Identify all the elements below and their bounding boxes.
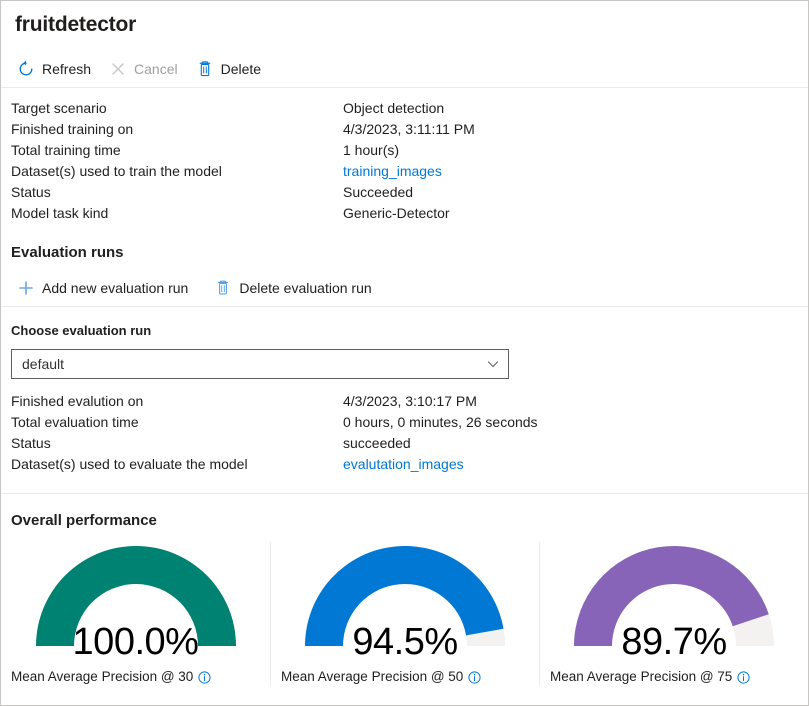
gauge-card-map75: 89.7% Mean Average Precision @ 75 — [539, 542, 808, 686]
evaluation-dataset-link[interactable]: evalutation_images — [343, 454, 464, 475]
delete-icon — [214, 279, 232, 297]
gauge-caption-text: Mean Average Precision @ 75 — [550, 669, 733, 684]
property-key: Finished training on — [11, 121, 134, 137]
cancel-icon — [109, 60, 127, 78]
gauge-chart-map30: 100.0% — [1, 542, 270, 662]
refresh-icon — [17, 60, 35, 78]
refresh-button[interactable]: Refresh — [13, 56, 99, 82]
delete-evaluation-run-button[interactable]: Delete evaluation run — [210, 275, 379, 301]
property-value: Object detection — [343, 100, 445, 116]
evaluation-runs-heading: Evaluation runs — [11, 244, 124, 261]
info-icon[interactable] — [468, 670, 481, 684]
evaluation-properties-list: Finished evalution on 4/3/2023, 3:10:17 … — [1, 379, 808, 479]
property-row-finished-evaluation-on: Finished evalution on 4/3/2023, 3:10:17 … — [1, 391, 808, 412]
property-row-total-training-time: Total training time 1 hour(s) — [1, 140, 808, 161]
chevron-down-icon — [486, 357, 500, 371]
cancel-button: Cancel — [105, 56, 186, 82]
delete-icon — [196, 60, 214, 78]
property-value: Generic-Detector — [343, 205, 450, 221]
overall-performance-heading: Overall performance — [11, 512, 157, 529]
property-row-total-evaluation-time: Total evaluation time 0 hours, 0 minutes… — [1, 412, 808, 433]
delete-button-label: Delete — [220, 61, 262, 77]
property-key: Status — [11, 184, 51, 200]
property-key: Total training time — [11, 142, 121, 158]
property-value: Succeeded — [343, 184, 414, 200]
model-properties-list: Target scenario Object detection Finishe… — [1, 88, 808, 228]
gauge-card-map30: 100.0% Mean Average Precision @ 30 — [1, 542, 270, 686]
property-key: Total evaluation time — [11, 414, 139, 430]
gauge-fill — [35, 546, 236, 646]
refresh-button-label: Refresh — [42, 61, 92, 77]
delete-button[interactable]: Delete — [192, 56, 269, 82]
title-bar: fruitdetector — [1, 1, 808, 39]
gauge-row: 100.0% Mean Average Precision @ 30 94.5%… — [1, 542, 808, 686]
add-new-evaluation-run-button[interactable]: Add new evaluation run — [13, 275, 196, 301]
gauge-arc-map30 — [35, 546, 236, 646]
gauge-caption-text: Mean Average Precision @ 50 — [281, 669, 464, 684]
choose-evaluation-run-label: Choose evaluation run — [11, 323, 152, 338]
gauge-chart-map75: 89.7% — [540, 542, 808, 662]
property-value: 0 hours, 0 minutes, 26 seconds — [343, 414, 538, 430]
property-row-evaluation-datasets: Dataset(s) used to evaluate the model ev… — [1, 454, 808, 475]
gauge-arc-map75 — [574, 545, 774, 646]
property-key: Dataset(s) used to train the model — [11, 163, 222, 179]
property-key: Target scenario — [11, 100, 107, 116]
property-key: Dataset(s) used to evaluate the model — [11, 456, 248, 472]
property-key: Finished evalution on — [11, 393, 144, 409]
property-value: 4/3/2023, 3:11:11 PM — [343, 121, 475, 137]
property-value: 1 hour(s) — [343, 142, 400, 158]
info-icon[interactable] — [737, 670, 750, 684]
gauge-caption-map30: Mean Average Precision @ 30 — [1, 660, 270, 686]
cancel-button-label: Cancel — [134, 61, 178, 77]
gauge-chart-map50: 94.5% — [271, 542, 539, 662]
property-row-target-scenario: Target scenario Object detection — [1, 98, 808, 119]
evaluation-run-dropdown-value: default — [22, 356, 65, 372]
property-key: Model task kind — [11, 205, 109, 221]
property-value: succeeded — [343, 435, 411, 451]
gauge-fill — [305, 545, 504, 646]
gauge-caption-map50: Mean Average Precision @ 50 — [271, 660, 539, 686]
property-row-training-datasets: Dataset(s) used to train the model train… — [1, 161, 808, 182]
gauge-card-map50: 94.5% Mean Average Precision @ 50 — [270, 542, 539, 686]
property-row-status: Status Succeeded — [1, 182, 808, 203]
gauge-caption-text: Mean Average Precision @ 30 — [11, 669, 194, 684]
gauge-arc-map50 — [305, 545, 505, 646]
model-detail-page: fruitdetector Refresh Cancel Delete Targ… — [0, 0, 809, 706]
delete-evaluation-run-label: Delete evaluation run — [239, 280, 372, 296]
add-new-evaluation-run-label: Add new evaluation run — [42, 280, 189, 296]
evaluation-run-dropdown[interactable]: default — [11, 349, 509, 379]
command-bar: Refresh Cancel Delete — [1, 51, 808, 87]
plus-icon — [17, 279, 35, 297]
choose-evaluation-run-field: default — [1, 341, 808, 379]
page-title: fruitdetector — [15, 13, 137, 36]
gauge-caption-map75: Mean Average Precision @ 75 — [540, 660, 808, 686]
property-row-model-task-kind: Model task kind Generic-Detector — [1, 203, 808, 224]
training-dataset-link[interactable]: training_images — [343, 161, 442, 182]
info-icon[interactable] — [198, 670, 211, 684]
property-value: 4/3/2023, 3:10:17 PM — [343, 393, 477, 409]
property-row-evaluation-status: Status succeeded — [1, 433, 808, 454]
evaluation-runs-command-bar: Add new evaluation run Delete evaluation… — [1, 270, 808, 306]
property-key: Status — [11, 435, 51, 451]
property-row-finished-training-on: Finished training on 4/3/2023, 3:11:11 P… — [1, 119, 808, 140]
